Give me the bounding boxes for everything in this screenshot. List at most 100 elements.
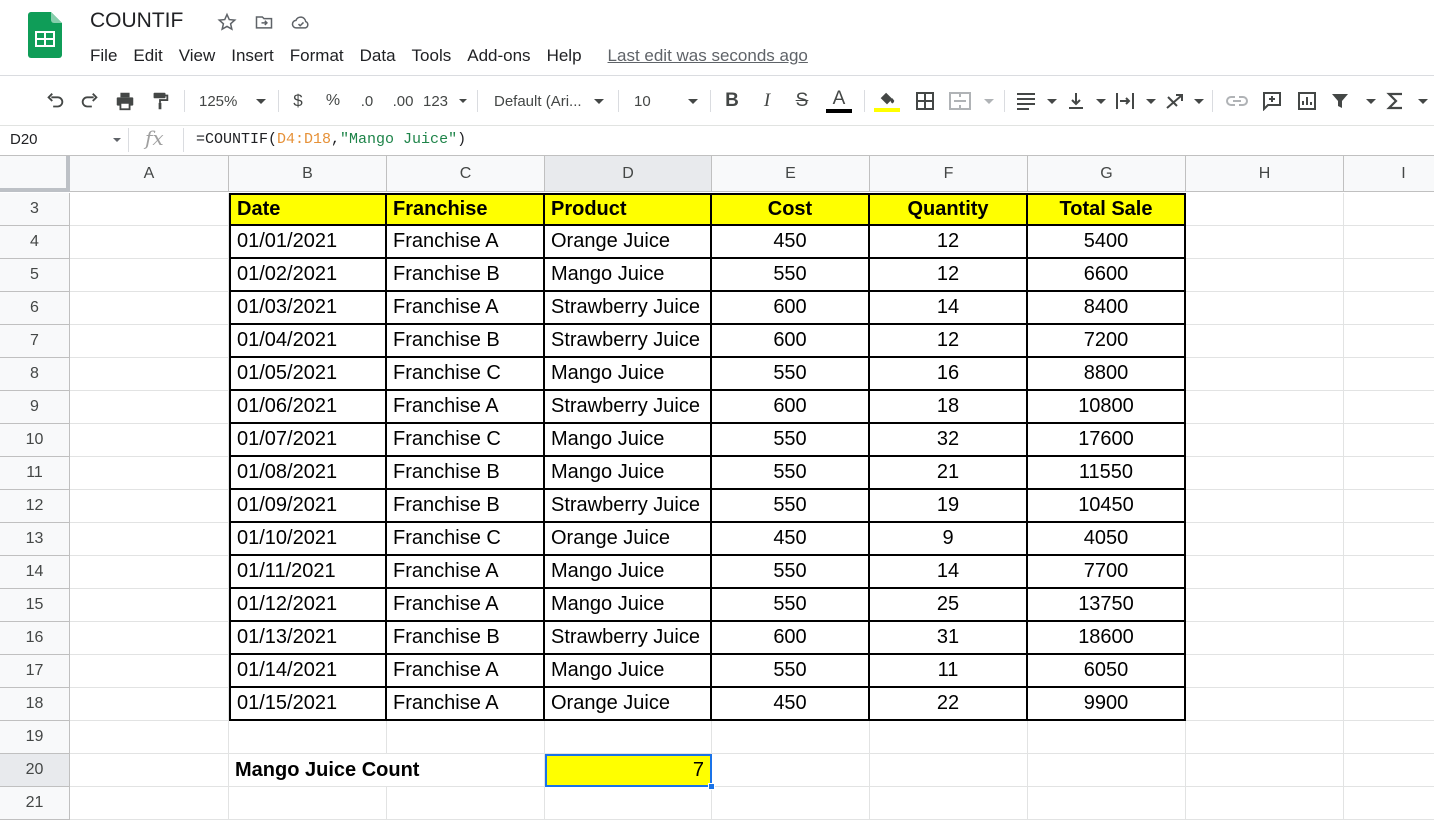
empty-cell[interactable] xyxy=(70,457,229,490)
empty-cell[interactable] xyxy=(70,523,229,556)
table-header-cell[interactable]: Cost xyxy=(712,193,870,226)
empty-cell[interactable] xyxy=(1028,787,1186,820)
empty-cell[interactable] xyxy=(70,358,229,391)
font-size-select[interactable]: 10 xyxy=(630,82,702,120)
table-cell[interactable]: 01/07/2021 xyxy=(229,424,387,457)
row-header-9[interactable]: 9 xyxy=(0,391,70,424)
empty-cell[interactable] xyxy=(1028,754,1186,787)
sheets-logo-icon[interactable] xyxy=(28,12,62,58)
table-cell[interactable]: Strawberry Juice xyxy=(545,292,712,325)
empty-cell[interactable] xyxy=(1344,193,1434,226)
empty-cell[interactable] xyxy=(1186,391,1344,424)
table-cell[interactable]: 550 xyxy=(712,424,870,457)
empty-cell[interactable] xyxy=(712,787,870,820)
table-cell[interactable]: Franchise A xyxy=(387,391,545,424)
table-cell[interactable]: 18 xyxy=(870,391,1028,424)
empty-cell[interactable] xyxy=(1186,424,1344,457)
merge-cells-icon[interactable] xyxy=(948,82,994,120)
table-cell[interactable]: 10800 xyxy=(1028,391,1186,424)
empty-cell[interactable] xyxy=(70,391,229,424)
table-header-cell[interactable]: Product xyxy=(545,193,712,226)
cloud-status-icon[interactable] xyxy=(290,11,312,33)
empty-cell[interactable] xyxy=(1186,292,1344,325)
row-header-13[interactable]: 13 xyxy=(0,523,70,556)
table-cell[interactable]: 01/14/2021 xyxy=(229,655,387,688)
table-cell[interactable]: 01/02/2021 xyxy=(229,259,387,292)
empty-cell[interactable] xyxy=(70,424,229,457)
empty-cell[interactable] xyxy=(1186,688,1344,721)
currency-format-button[interactable]: $ xyxy=(286,82,310,120)
empty-cell[interactable] xyxy=(1344,391,1434,424)
row-header-17[interactable]: 17 xyxy=(0,655,70,688)
table-cell[interactable]: 14 xyxy=(870,292,1028,325)
table-cell[interactable]: 7200 xyxy=(1028,325,1186,358)
table-cell[interactable]: Franchise A xyxy=(387,655,545,688)
empty-cell[interactable] xyxy=(870,787,1028,820)
row-header-14[interactable]: 14 xyxy=(0,556,70,589)
column-header-b[interactable]: B xyxy=(229,156,387,192)
menu-file[interactable]: File xyxy=(82,44,125,68)
table-cell[interactable]: 8400 xyxy=(1028,292,1186,325)
table-header-cell[interactable]: Total Sale xyxy=(1028,193,1186,226)
empty-cell[interactable] xyxy=(70,259,229,292)
menu-insert[interactable]: Insert xyxy=(223,44,282,68)
table-cell[interactable]: 01/09/2021 xyxy=(229,490,387,523)
link-icon[interactable] xyxy=(1222,82,1252,120)
empty-cell[interactable] xyxy=(70,226,229,259)
text-rotate-icon[interactable] xyxy=(1164,82,1204,120)
empty-cell[interactable] xyxy=(1344,490,1434,523)
table-cell[interactable]: Mango Juice xyxy=(545,358,712,391)
table-cell[interactable]: 17600 xyxy=(1028,424,1186,457)
table-cell[interactable]: 01/08/2021 xyxy=(229,457,387,490)
empty-cell[interactable] xyxy=(70,556,229,589)
table-cell[interactable]: 01/05/2021 xyxy=(229,358,387,391)
text-wrap-icon[interactable] xyxy=(1114,82,1156,120)
empty-cell[interactable] xyxy=(1186,721,1344,754)
borders-icon[interactable] xyxy=(910,82,940,120)
empty-cell[interactable] xyxy=(70,688,229,721)
empty-cell[interactable] xyxy=(1344,622,1434,655)
row-header-6[interactable]: 6 xyxy=(0,292,70,325)
table-cell[interactable]: 600 xyxy=(712,325,870,358)
table-cell[interactable]: Mango Juice xyxy=(545,457,712,490)
table-cell[interactable]: 01/13/2021 xyxy=(229,622,387,655)
empty-cell[interactable] xyxy=(1186,787,1344,820)
empty-cell[interactable] xyxy=(70,325,229,358)
empty-cell[interactable] xyxy=(545,787,712,820)
column-header-g[interactable]: G xyxy=(1028,156,1186,192)
empty-cell[interactable] xyxy=(1344,754,1434,787)
select-all-corner[interactable] xyxy=(0,156,70,192)
table-cell[interactable]: Franchise C xyxy=(387,523,545,556)
empty-cell[interactable] xyxy=(1344,358,1434,391)
table-cell[interactable]: 01/06/2021 xyxy=(229,391,387,424)
table-cell[interactable]: 18600 xyxy=(1028,622,1186,655)
fill-color-icon[interactable] xyxy=(872,82,902,120)
empty-cell[interactable] xyxy=(1186,589,1344,622)
empty-cell[interactable] xyxy=(1344,457,1434,490)
table-cell[interactable]: 550 xyxy=(712,490,870,523)
empty-cell[interactable] xyxy=(70,589,229,622)
empty-cell[interactable] xyxy=(1344,325,1434,358)
summary-label-cell[interactable]: Mango Juice Count xyxy=(229,754,419,787)
table-header-cell[interactable]: Franchise xyxy=(387,193,545,226)
table-cell[interactable]: 9 xyxy=(870,523,1028,556)
table-cell[interactable]: Franchise A xyxy=(387,589,545,622)
row-header-5[interactable]: 5 xyxy=(0,259,70,292)
table-cell[interactable]: 12 xyxy=(870,259,1028,292)
table-cell[interactable]: 01/04/2021 xyxy=(229,325,387,358)
column-header-a[interactable]: A xyxy=(70,156,229,192)
row-header-19[interactable]: 19 xyxy=(0,721,70,754)
empty-cell[interactable] xyxy=(1344,259,1434,292)
empty-cell[interactable] xyxy=(1186,325,1344,358)
table-cell[interactable]: Orange Juice xyxy=(545,523,712,556)
row-header-7[interactable]: 7 xyxy=(0,325,70,358)
table-cell[interactable]: 16 xyxy=(870,358,1028,391)
empty-cell[interactable] xyxy=(1186,457,1344,490)
table-cell[interactable]: 550 xyxy=(712,259,870,292)
comment-icon[interactable] xyxy=(1257,82,1287,120)
empty-cell[interactable] xyxy=(1344,688,1434,721)
table-cell[interactable]: Franchise B xyxy=(387,490,545,523)
spreadsheet-grid[interactable]: A B C D E F G H I 3 4 5 6 7 8 9 10 11 12 13 14 15 16 17 18 19 20 21… xyxy=(0,156,1434,824)
text-color-button[interactable]: A xyxy=(824,82,854,120)
table-cell[interactable]: 5400 xyxy=(1028,226,1186,259)
